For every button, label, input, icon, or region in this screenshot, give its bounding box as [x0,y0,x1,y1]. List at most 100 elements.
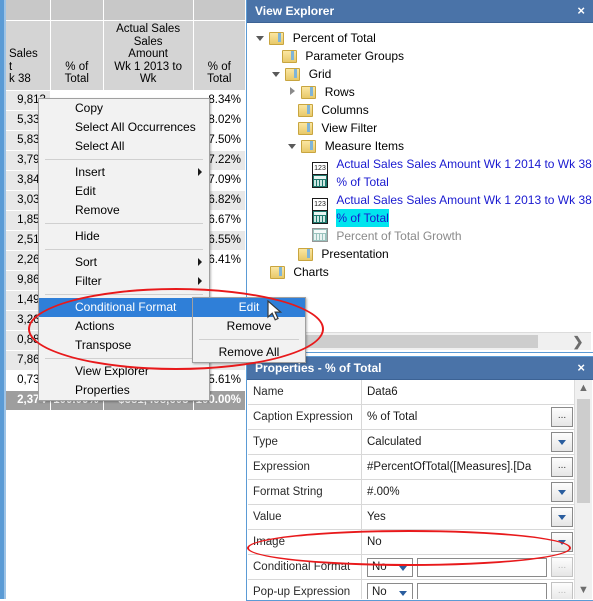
ellipsis-button[interactable]: ... [551,407,573,427]
app-root: Sales t k 38 % of Total Actual Sales Sal… [0,0,593,601]
property-row-value[interactable]: Value Yes [248,505,575,530]
column-header-pct-2[interactable]: % of Total [193,20,246,91]
chevron-down-icon[interactable] [551,432,573,452]
tree-item-percent-of-total-growth[interactable]: Percent of Total Growth [248,227,592,245]
scrollbar-thumb[interactable] [577,399,590,503]
properties-vertical-scrollbar[interactable]: ▲ ▼ [574,380,592,599]
top-strip-cell [103,0,194,21]
property-value-cell[interactable]: % of Total ... [362,405,575,429]
property-value: #.00% [367,486,400,498]
property-value-cell[interactable]: #PercentOfTotal([Measures].[Da ... [362,455,575,479]
expander-closed-icon[interactable] [286,83,298,101]
tree-item-presentation[interactable]: Presentation [248,245,592,263]
menu-item-copy[interactable]: Copy [39,99,209,118]
top-strip-cell [193,0,246,21]
tree-item-rows[interactable]: Rows [248,83,592,101]
property-name: Pop-up Expression [248,580,362,599]
scroll-right-icon[interactable]: ❯ [567,333,589,350]
property-name: Value [248,505,362,529]
property-row-format-string[interactable]: Format String #.00% [248,480,575,505]
ellipsis-button[interactable]: ... [551,557,573,577]
menu-item-select-all-occurrences[interactable]: Select All Occurrences [39,118,209,137]
tree-item-label: Parameter Groups [305,49,405,63]
view-explorer-title-bar: View Explorer × [247,0,593,23]
column-header-label: Sales t k 38 [9,48,38,85]
menu-item-label: Insert [75,165,106,179]
property-row-type[interactable]: Type Calculated [248,430,575,455]
tree-item-grid[interactable]: Grid [248,65,592,83]
chevron-down-icon[interactable] [551,507,573,527]
folder-icon [269,31,285,45]
tree-item-columns[interactable]: Columns [248,101,592,119]
tree-item-pct-of-total-1[interactable]: % of Total [248,173,592,191]
tree-item-label: % of Total [336,175,389,189]
property-row-popup-expression[interactable]: Pop-up Expression No ... [248,580,575,599]
folder-icon [298,247,313,261]
menu-item-properties[interactable]: Properties [39,381,209,400]
menu-item-select-all[interactable]: Select All [39,137,209,156]
property-value: Yes [367,511,386,523]
tree-item-label: Columns [321,103,369,117]
property-value-cell[interactable]: Yes [362,505,575,529]
tree-item-view-filter[interactable]: View Filter [248,119,592,137]
folder-icon [282,49,297,63]
property-value-cell[interactable]: No ... [362,580,575,599]
tree-item-label: Percent of Total [292,31,376,45]
popup-expression-input[interactable] [417,582,547,599]
menu-item-edit[interactable]: Edit [39,182,209,201]
properties-table: Name Data6 Caption Expression % of Total… [248,380,575,599]
property-row-name[interactable]: Name Data6 [248,380,575,405]
folder-icon [270,265,285,279]
popup-expression-select[interactable]: No [367,582,413,599]
menu-item-label: Sort [75,255,98,269]
scroll-up-icon[interactable]: ▲ [575,380,592,397]
close-icon[interactable]: × [577,0,585,22]
tree-item-actual-sales-2014[interactable]: 123 Actual Sales Sales Amount Wk 1 2014 … [248,155,592,176]
tree-item-label: Measure Items [324,139,405,153]
ellipsis-button[interactable]: ... [551,582,573,599]
tree-item-parameter-groups[interactable]: Parameter Groups [248,47,592,65]
menu-separator [45,159,203,160]
property-name: Type [248,430,362,454]
column-header-label: % of Total [64,60,89,86]
menu-item-label: Filter [75,274,102,288]
menu-item-insert[interactable]: Insert [39,163,209,182]
menu-item-hide[interactable]: Hide [39,227,209,246]
scroll-down-icon[interactable]: ▼ [575,582,592,599]
column-header-actual-sales-2013[interactable]: Actual Sales Sales Amount Wk 1 2013 to W… [103,20,194,91]
expander-open-icon[interactable] [270,65,282,83]
property-name: Format String [248,480,362,504]
tree-item-charts[interactable]: Charts [248,263,592,281]
property-value: % of Total [367,411,418,423]
column-header-pct-1[interactable]: % of Total [50,20,104,91]
folder-icon [298,121,313,135]
property-value-cell[interactable]: #.00% [362,480,575,504]
chevron-down-icon[interactable] [551,482,573,502]
column-header-label: Actual Sales Sales Amount Wk 1 2013 to W… [114,23,182,85]
tree-item-label: Rows [324,85,355,99]
property-name: Caption Expression [248,405,362,429]
menu-item-sort[interactable]: Sort [39,253,209,272]
property-value-cell[interactable]: Calculated [362,430,575,454]
ellipsis-button[interactable]: ... [551,457,573,477]
tree-item-actual-sales-2013[interactable]: 123 Actual Sales Sales Amount Wk 1 2013 … [248,191,592,212]
expander-open-icon[interactable] [286,137,298,155]
grid-top-strip [6,0,246,21]
tree-item-measure-items[interactable]: Measure Items [248,137,592,155]
property-row-caption-expression[interactable]: Caption Expression % of Total ... [248,405,575,430]
menu-item-remove[interactable]: Remove [39,201,209,220]
column-header-sales[interactable]: Sales t k 38 [6,20,51,91]
property-value: Calculated [367,436,422,448]
expander-open-icon[interactable] [254,29,266,47]
tree-item-pct-of-total-2-selected[interactable]: % of Total [248,209,592,227]
tree-item-percent-of-total[interactable]: Percent of Total [248,29,592,47]
property-value-cell[interactable]: Data6 [362,380,575,404]
tree-item-label: Percent of Total Growth [336,229,462,243]
property-value: #PercentOfTotal([Measures].[Da [367,461,532,473]
property-row-expression[interactable]: Expression #PercentOfTotal([Measures].[D… [248,455,575,480]
close-icon[interactable]: × [577,357,585,379]
calculated-measure-icon [312,174,328,188]
tree-item-label: Grid [308,67,332,81]
submenu-arrow-icon [198,277,202,285]
top-strip-cell [6,0,51,21]
